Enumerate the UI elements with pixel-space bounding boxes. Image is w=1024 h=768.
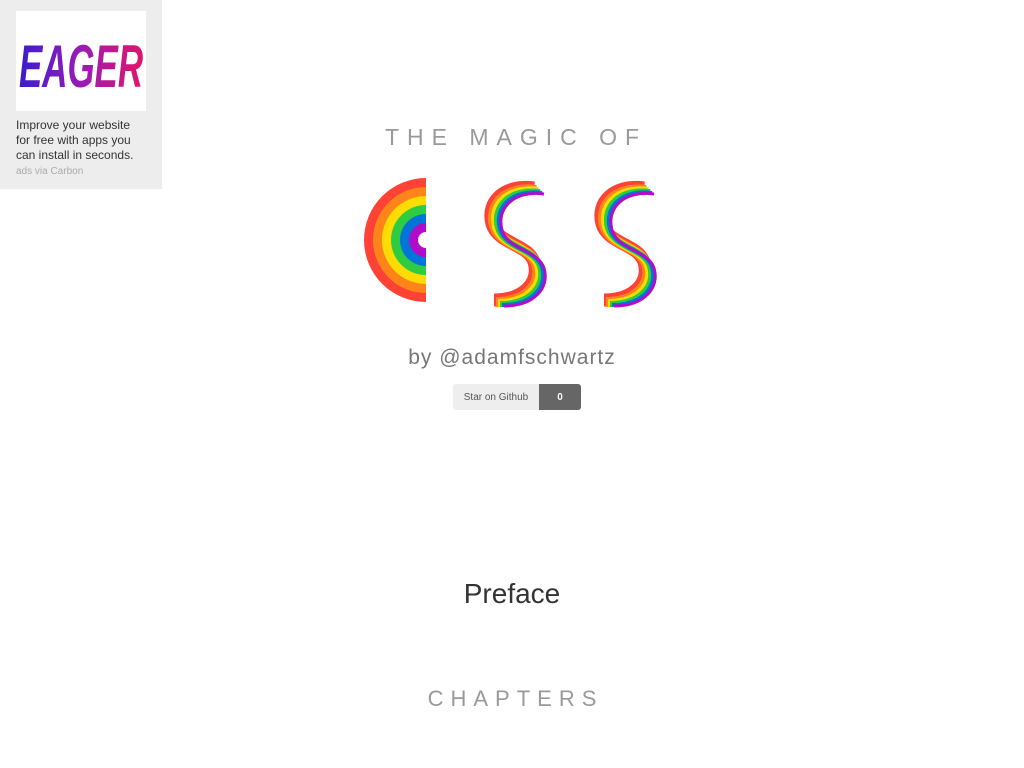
preface-link[interactable]: Preface — [0, 578, 1024, 610]
author-byline: by @adamfschwartz — [408, 346, 616, 369]
logo-letter-s-2 — [594, 180, 657, 308]
logo-letter-c — [364, 178, 426, 302]
ad-via-link[interactable]: ads via Carbon — [16, 166, 83, 177]
eager-logo: EAGER — [19, 33, 143, 100]
carbon-ad: EAGER Improve your website for free with… — [0, 0, 162, 189]
ad-brand: EAGER — [19, 33, 143, 100]
css-rainbow-logo — [364, 178, 657, 308]
logo-letter-s-1 — [484, 180, 547, 308]
page: EAGER Improve your website for free with… — [0, 0, 1024, 768]
chapters-heading: CHAPTERS — [427, 686, 604, 711]
ad-image-link[interactable]: EAGER — [16, 11, 146, 111]
github-star-count[interactable]: 0 — [539, 384, 581, 410]
hero-kicker: THE MAGIC OF — [384, 124, 648, 150]
github-star-button[interactable]: Star on Github 0 — [453, 384, 581, 410]
github-star-label: Star on Github — [453, 384, 539, 410]
